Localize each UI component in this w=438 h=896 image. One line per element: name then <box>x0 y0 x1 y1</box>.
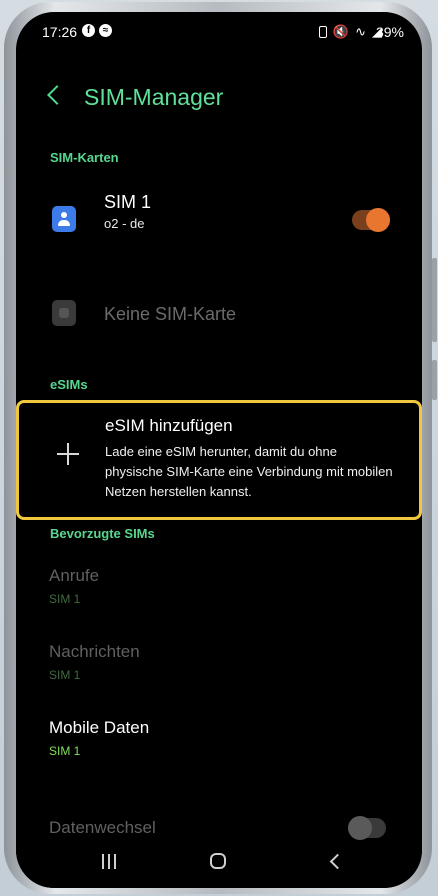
sim1-title: SIM 1 <box>104 192 152 212</box>
preferred-mobile-data-row[interactable]: Mobile Daten SIM 1 <box>16 710 422 766</box>
data-switch-row: Datenwechsel <box>16 812 422 842</box>
section-sim-cards: SIM-Karten <box>50 150 119 165</box>
back-arrow-icon[interactable] <box>47 85 67 105</box>
calls-value: SIM 1 <box>49 592 81 606</box>
mobile-data-title: Mobile Daten <box>49 718 150 737</box>
add-esim-title: eSIM hinzufügen <box>105 416 233 435</box>
status-time: 17:26 <box>42 24 78 40</box>
messenger-icon: ≈ <box>99 24 112 37</box>
app-header: SIM-Manager <box>16 82 422 122</box>
status-bar: 17:26 f ≈ 🔇 ∿ ◢ 39% <box>16 12 422 52</box>
section-preferred: Bevorzugte SIMs <box>50 526 155 541</box>
nav-back-icon[interactable] <box>329 853 346 870</box>
notification-icons: f ≈ <box>82 24 112 37</box>
page-title: SIM-Manager <box>84 84 224 110</box>
data-switch-title: Datenwechsel <box>49 818 156 837</box>
recents-icon[interactable] <box>102 854 116 869</box>
sim1-row[interactable]: SIM 1 o2 - de <box>16 186 422 256</box>
data-switch-toggle[interactable] <box>348 816 386 840</box>
device-frame: 17:26 f ≈ 🔇 ∿ ◢ 39% SIM-Manager SIM-Kart… <box>0 0 438 896</box>
sim1-toggle[interactable] <box>352 208 390 232</box>
toggle-knob <box>366 208 390 232</box>
phone-body: 17:26 f ≈ 🔇 ∿ ◢ 39% SIM-Manager SIM-Kart… <box>4 2 432 894</box>
power-button <box>432 360 437 400</box>
section-esims: eSIMs <box>50 377 88 392</box>
messages-title: Nachrichten <box>49 642 140 661</box>
mute-icon: 🔇 <box>332 24 350 39</box>
sim2-title: Keine SIM-Karte <box>104 304 237 324</box>
navigation-bar <box>16 842 422 888</box>
add-esim-description: Lade eine eSIM herunter, damit du ohne p… <box>105 444 393 499</box>
battery-saver-icon <box>318 26 327 38</box>
preferred-calls-row: Anrufe SIM 1 <box>16 558 422 614</box>
messages-value: SIM 1 <box>49 668 81 682</box>
facebook-icon: f <box>82 24 95 37</box>
home-icon[interactable] <box>210 853 226 869</box>
system-icons: 🔇 ∿ ◢ <box>318 24 382 40</box>
preferred-messages-row: Nachrichten SIM 1 <box>16 634 422 690</box>
screen: 17:26 f ≈ 🔇 ∿ ◢ 39% SIM-Manager SIM-Kart… <box>16 12 422 888</box>
sim1-carrier: o2 - de <box>104 216 145 231</box>
plus-icon <box>57 443 79 465</box>
sim-card-icon <box>52 206 76 232</box>
sim2-row: Keine SIM-Karte <box>16 292 422 352</box>
empty-sim-icon <box>52 300 76 326</box>
calls-title: Anrufe <box>49 566 100 585</box>
volume-button <box>432 258 437 342</box>
toggle-knob <box>348 816 372 840</box>
battery-level: 39% <box>375 24 404 40</box>
wifi-icon: ∿ <box>355 24 366 39</box>
add-esim-button[interactable]: eSIM hinzufügen Lade eine eSIM herunter,… <box>16 400 422 520</box>
mobile-data-value: SIM 1 <box>49 744 81 758</box>
